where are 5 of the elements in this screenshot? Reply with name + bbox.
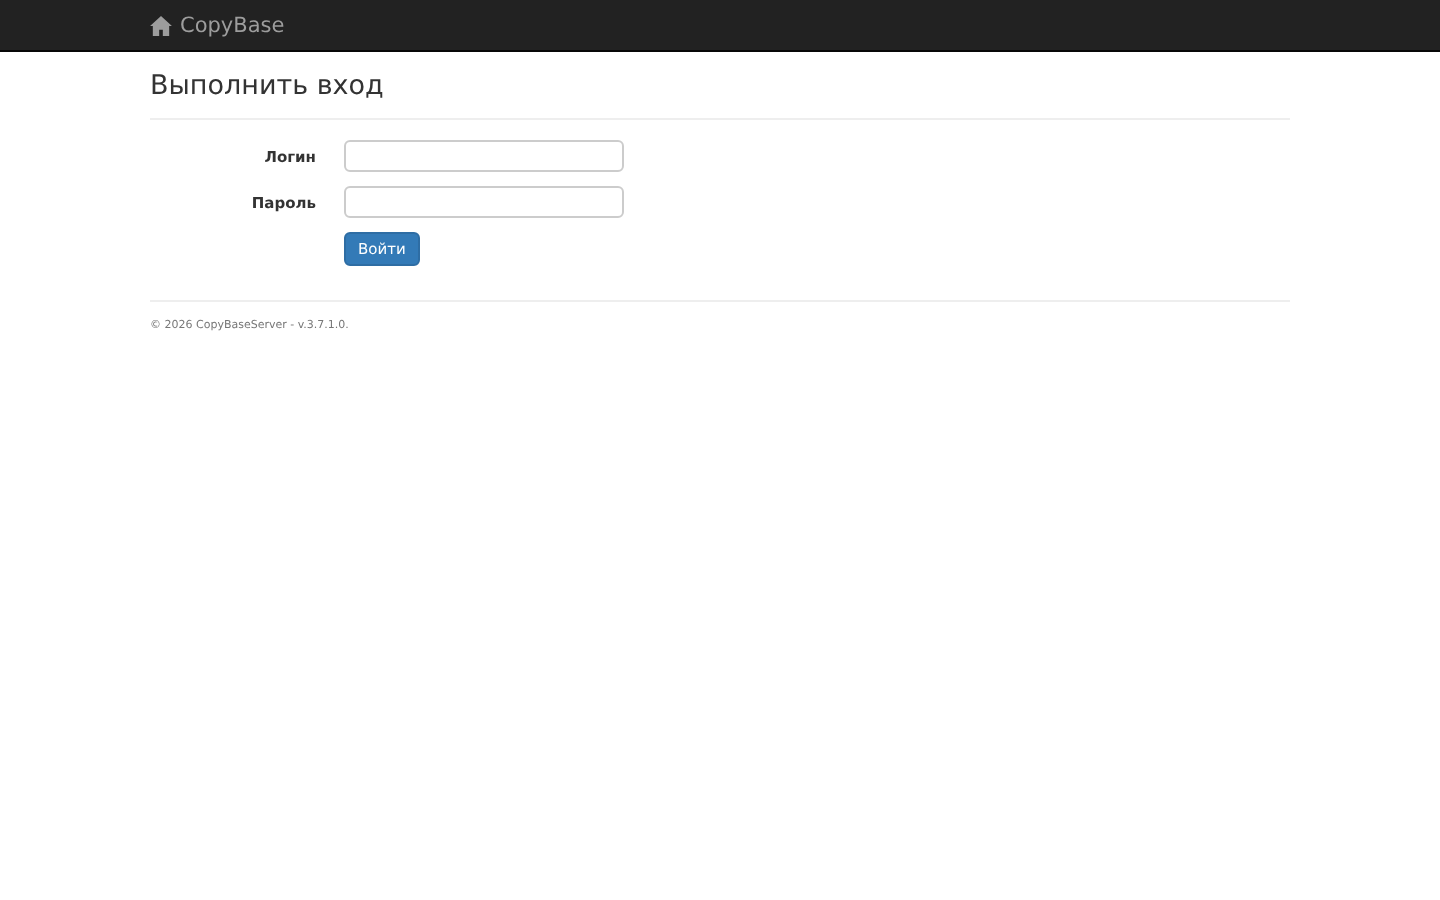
brand-link[interactable]: CopyBase <box>150 13 285 37</box>
input-field[interactable] <box>344 140 624 172</box>
page-title: Выполнить вход <box>150 70 386 102</box>
input-field[interactable] <box>344 186 624 218</box>
home-icon <box>150 15 172 35</box>
